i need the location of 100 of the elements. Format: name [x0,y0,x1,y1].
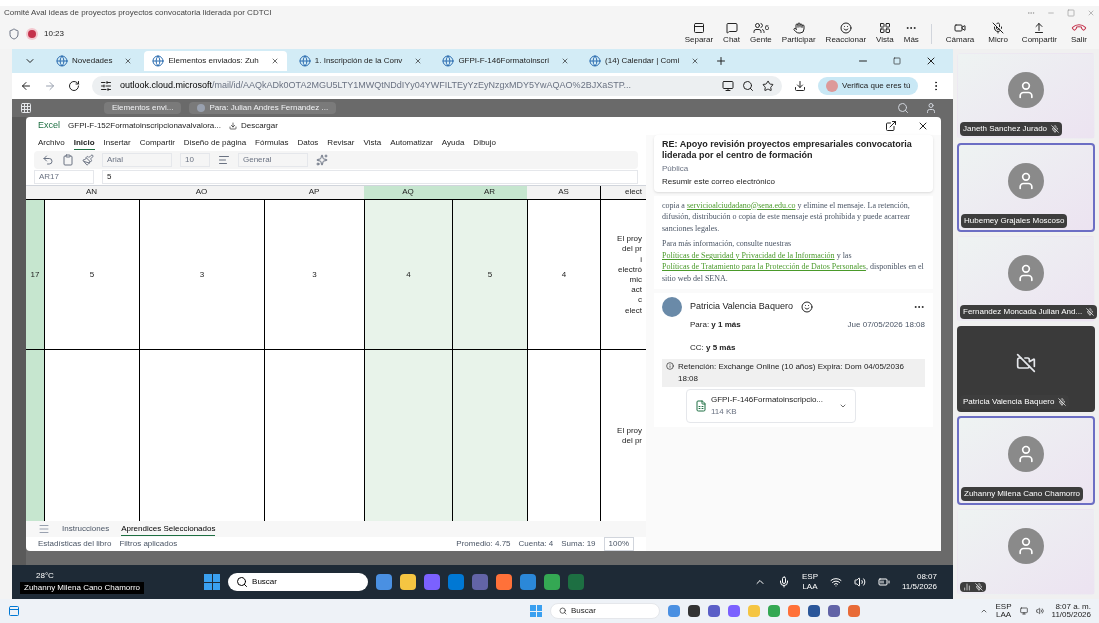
summarize-button[interactable]: Resumir este correo electrónico [662,175,925,188]
toolbar-button[interactable]: 6 Gente [748,22,774,46]
close-icon[interactable] [925,55,937,67]
search-field[interactable]: Buscar [228,573,369,591]
sheet-tab[interactable]: Aprendices Seleccionados [121,522,216,536]
sheet-tab[interactable]: Instrucciones [62,523,110,535]
weather-temp[interactable]: 28°C [20,570,145,582]
clock[interactable]: 08:07 11/5/2026 [902,572,937,592]
ribbon-tab[interactable]: Revisar [327,137,355,149]
ribbon-tab[interactable]: Ayuda [441,137,465,149]
policy-link[interactable]: Políticas de Seguridad y Privacidad de la Información [662,250,835,260]
address-field[interactable]: outlook.cloud.microsoft/mail/id/AAQkADk0OTA2MGU5LTY1MWQtNDdIYy04YWFILTEyYzEyNzgxMDY5YwAQAO%2BJXaSTP... [92,76,782,96]
wifi-icon[interactable] [830,576,842,588]
column-header[interactable]: AQ [364,186,452,199]
taskbar-app-icon[interactable] [828,605,840,617]
zoom-icon[interactable] [742,80,754,92]
ribbon-tab[interactable]: Dibujo [473,137,497,149]
status-item[interactable]: Estadísticas del libro [38,538,112,550]
participant-tile[interactable] [957,508,1095,595]
message-tab[interactable]: Para: Julian Andres Fernandez ... [189,102,337,114]
account-icon[interactable] [925,102,937,114]
search-icon[interactable] [897,102,909,114]
sparkle-icon[interactable] [316,154,328,166]
start-icon[interactable] [204,574,221,590]
ribbon-tab[interactable]: Automatizar [390,137,433,149]
taskbar-app-icon[interactable] [688,605,700,617]
close-icon[interactable] [917,120,929,132]
call-control-button[interactable]: Cámara [941,22,979,46]
taskbar-app-icon[interactable] [376,574,393,590]
ribbon-tab[interactable]: Vista [363,137,382,149]
toolbar-button[interactable]: Participar [779,22,818,46]
maximize-icon[interactable] [893,57,901,65]
participant-tile[interactable]: Zuhanny Milena Cano Chamorro [957,416,1095,505]
bookmark-star-icon[interactable] [762,80,774,92]
browser-tab[interactable]: 1. Inscripción de la Conv [290,51,431,71]
undo-icon[interactable] [42,154,54,166]
number-format-field[interactable]: General [238,153,308,167]
status-item[interactable]: Filtros aplicados [119,538,178,550]
sheet-list-icon[interactable] [38,523,50,535]
column-header[interactable]: AO [139,186,264,199]
email-link[interactable]: servicioalciudadano@sena.edu.co [686,200,796,210]
site-settings-icon[interactable] [100,80,112,92]
align-icon[interactable] [218,154,230,166]
toolbar-button[interactable]: Vista [874,22,896,46]
widgets-icon[interactable] [8,605,20,617]
column-header[interactable]: AP [264,186,364,199]
start-icon[interactable] [530,605,542,617]
ribbon-tab[interactable]: Datos [297,137,319,149]
call-control-button[interactable]: Compartir [1017,22,1061,46]
language-indicator[interactable]: ESP LAA [802,572,818,592]
reload-icon[interactable] [68,80,80,92]
participant-tile[interactable]: Patricia Valencia Baquero [957,326,1095,413]
font-size-field[interactable]: 10 [180,153,210,167]
participant-tile[interactable]: Janeth Sanchez Jurado [957,53,1095,140]
back-icon[interactable] [20,80,32,92]
browser-tab[interactable]: Novedades [48,51,141,71]
download-button[interactable]: Descargar [228,120,278,132]
new-tab-icon[interactable] [715,55,728,67]
participant-tile[interactable]: Hubemey Grajales Moscoso [957,143,1095,232]
row-header[interactable]: 17 [26,200,44,349]
toolbar-button[interactable]: Reaccionar [823,22,869,46]
volume-icon[interactable] [854,576,866,588]
ribbon-tab[interactable]: Inicio [73,136,95,150]
smile-icon[interactable] [800,300,813,313]
ribbon-tab[interactable]: Archivo [38,137,65,149]
clock[interactable]: 8:07 a. m. 11/05/2026 [1051,603,1091,619]
toolbar-button[interactable]: Chat [721,22,742,46]
browser-tab[interactable]: (14) Calendar | Comi [581,51,708,71]
verify-button[interactable]: Verifica que eres tú [818,77,919,95]
column-header[interactable]: AR [452,186,527,199]
column-header[interactable]: AN [44,186,139,199]
participant-tile[interactable]: Fernandez Moncada Julian And... [957,235,1095,322]
brush-icon[interactable] [82,154,94,166]
name-box[interactable]: AR17 [34,170,94,184]
battery-icon[interactable] [878,576,890,588]
column-header[interactable]: AS [527,186,600,199]
taskbar-app-icon[interactable] [400,574,417,590]
call-control-button[interactable]: Salir [1067,22,1091,46]
call-control-button[interactable]: Micro [984,22,1012,46]
taskbar-app-icon[interactable] [496,574,513,590]
taskbar-app-icon[interactable] [808,605,820,617]
toolbar-button[interactable]: Más [901,22,921,46]
policy-link[interactable]: Políticas de Tratamiento para la Protección de Datos Personales [662,262,866,272]
clipboard-icon[interactable] [62,154,74,166]
app-launcher-icon[interactable] [20,102,32,114]
browser-tab[interactable]: GFPI-F-146Formatoinscri [434,51,578,71]
taskbar-app-icon[interactable] [544,574,561,590]
mic-icon[interactable] [778,576,790,588]
ribbon-tab[interactable]: Fórmulas [255,137,289,149]
ribbon-tab[interactable]: Insertar [103,137,131,149]
font-field[interactable]: Arial [102,153,172,167]
folder-tab[interactable]: Elementos envi... [104,102,182,114]
language-indicator[interactable]: ESP LAA [995,603,1012,619]
ribbon-tab[interactable]: Compartir [139,137,175,149]
toolbar-button[interactable]: Separar [682,22,716,46]
taskbar-app-icon[interactable] [708,605,720,617]
formula-field[interactable]: 5 [102,170,638,184]
search-field[interactable]: Buscar [550,603,660,619]
download-icon[interactable] [794,80,806,92]
attachment-card[interactable]: GFPI-F-146Formatoinscripcio... 114 KB [686,388,856,423]
